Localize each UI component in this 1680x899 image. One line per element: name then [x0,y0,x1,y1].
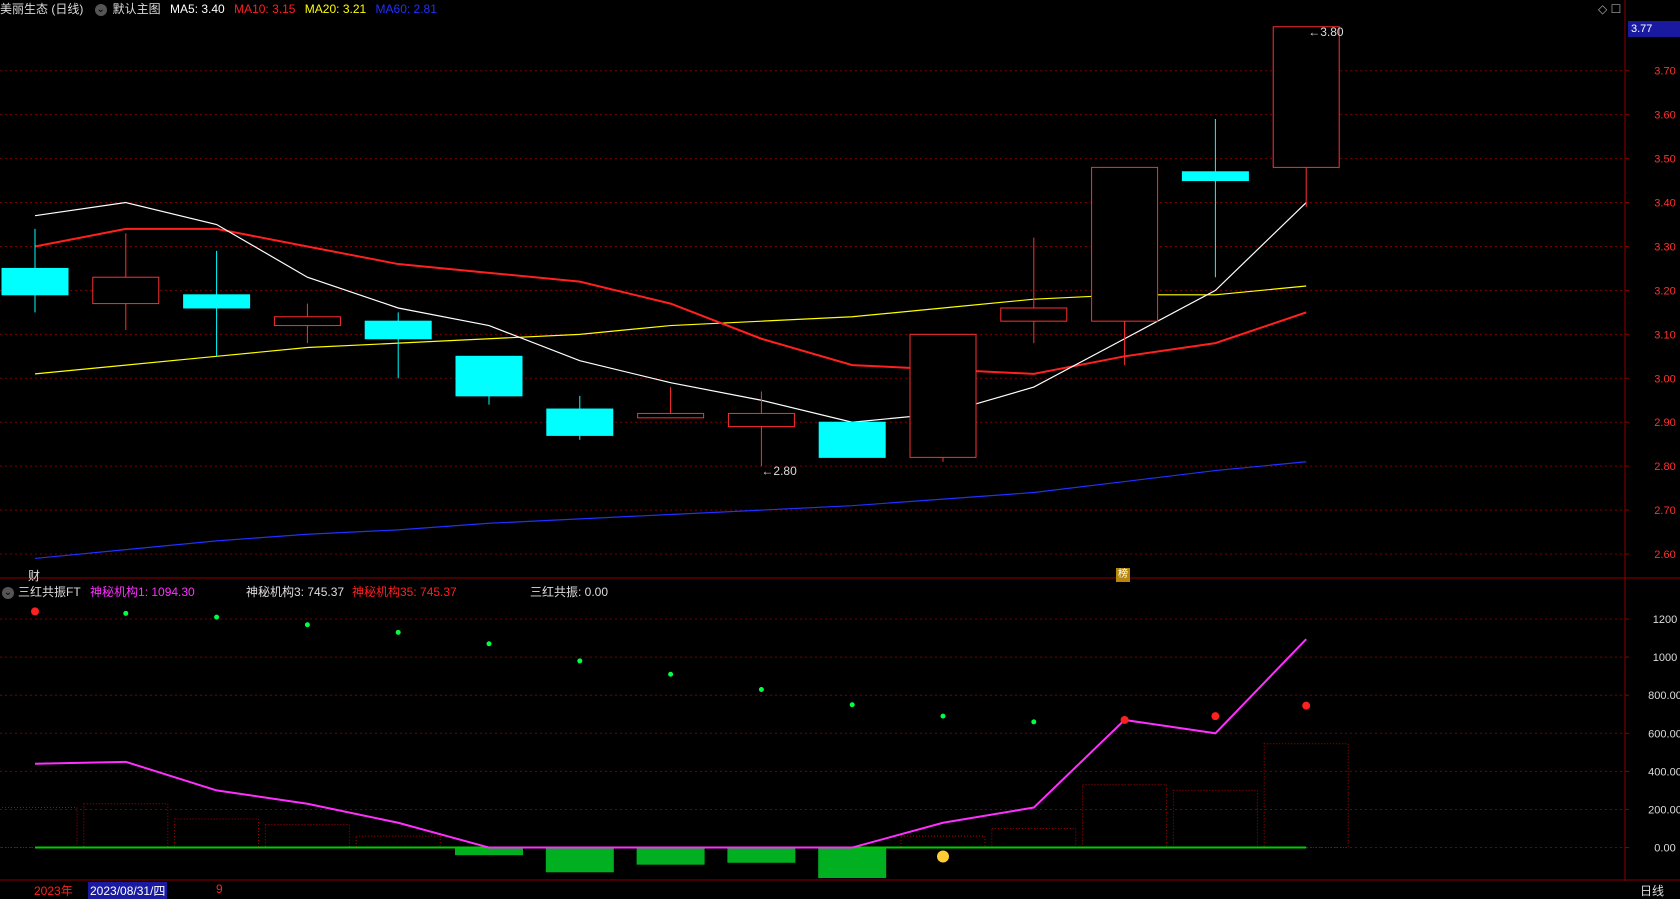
indicator-dot-green [304,622,310,628]
status-bar: 2023年 2023/08/31/四 9 日线 [0,881,1680,899]
indicator-resonance-label: 三红共振: 0.00 [530,585,609,599]
indicator-bar-negative [818,847,887,878]
indicator-s1-label: 神秘机构1: 1094.30 [90,585,195,599]
indicator-dot-red [1211,712,1220,721]
candle-up [92,276,160,305]
candle-down [364,320,432,340]
indicator-bar-positive [1082,784,1168,849]
candle-down [546,408,614,436]
indicator-bar-positive [355,835,441,849]
indicator-dot-green [123,610,129,616]
price-tick-label: 2.90 [1654,417,1675,429]
bang-marker[interactable]: 榜 [1116,568,1130,582]
price-tick-label: 2.70 [1654,505,1675,517]
indicator-dot-green [486,641,492,647]
indicator-s35-label: 神秘机构35: 745.37 [352,585,457,599]
kline-chart[interactable]: 3.70 3.60 3.50 3.40 3.30 3.20 3.10 3.00 2.90 2.80… [0,0,1680,897]
candle-up [637,412,705,419]
indicator-dot-green [395,629,401,635]
candle-up [1091,166,1159,322]
candle-up [1000,307,1068,322]
candle-down [1181,171,1249,182]
indicator-tick-label: 800.00 [1648,690,1680,702]
indicator-tick-label: 200.00 [1648,804,1680,816]
money-bag-icon [937,850,949,863]
indicator-dot-green [214,614,220,620]
cai-marker[interactable]: 财 [28,567,40,584]
indicator-dot-green [577,658,583,664]
indicator-bar-positive [174,818,260,849]
candle-down [1,267,69,296]
indicator-bar-negative [636,847,705,865]
indicator-dot-red [31,607,39,616]
period-label[interactable]: 日线 [1640,882,1664,899]
indicator-bar-negative [545,847,614,873]
indicator-tick-label: 1000 [1653,652,1677,664]
price-tick-label: 3.30 [1654,241,1675,253]
price-tick-label: 3.10 [1654,329,1675,341]
indicator-bar-positive [991,827,1077,849]
price-tick-label: 3.20 [1654,285,1675,297]
price-tick-label: 3.60 [1654,110,1675,122]
indicator-dot-green [758,686,764,692]
indicator-bar-negative [727,847,796,863]
candle-down [818,421,886,458]
indicator-bar-positive [1172,789,1258,849]
indicator-dot-red [1302,701,1311,710]
candle-up [273,316,341,327]
price-tick-label: 3.50 [1654,154,1675,166]
indicator-tick-label: 600.00 [1648,728,1680,740]
indicator-bar-positive [0,807,78,849]
candle-up [909,333,977,458]
year-label: 2023年 [34,884,73,898]
candle-down [183,294,251,309]
date-label[interactable]: 2023/08/31/四 [88,882,168,899]
chevron-down-icon[interactable]: ⌄ [2,586,14,599]
indicator-s1-line [34,638,1307,849]
price-tick-label: 2.80 [1654,461,1675,473]
indicator-tick-label: 0.00 [1654,843,1675,855]
high-price-label: ←3.80 [1308,25,1344,39]
indicator-dot-green [1031,719,1037,725]
indicator-tick-label: 1200 [1653,614,1677,626]
indicator-bar-positive [1263,743,1349,849]
indicator-dot-green [668,671,674,677]
indicator-s3-label: 神秘机构3: 745.37 [246,585,345,599]
indicator-bar-positive [900,835,986,849]
indicator-bar-positive [264,824,350,849]
indicator-header: ⌄ 三红共振FT 神秘机构1: 1094.30 [0,583,195,601]
price-tick-label: 3.70 [1654,66,1675,78]
indicator-name[interactable]: 三红共振FT [18,585,81,599]
candle-up [1272,26,1340,168]
indicator-dot-green [849,702,855,708]
price-tick-label: 3.00 [1654,373,1675,385]
indicator-dot-green [940,713,946,719]
low-price-label: ←2.80 [761,464,797,478]
price-tick-label: 2.60 [1654,549,1675,561]
indicator-bar-positive [83,803,169,849]
indicator-tick-label: 400.00 [1648,766,1680,778]
price-tick-label: 3.40 [1654,198,1675,210]
candle-up [727,412,795,428]
candle-down [455,355,523,397]
indicator-dot-red [1120,715,1129,724]
extra-label: 9 [216,882,223,896]
indicator-bar-negative [455,847,523,856]
